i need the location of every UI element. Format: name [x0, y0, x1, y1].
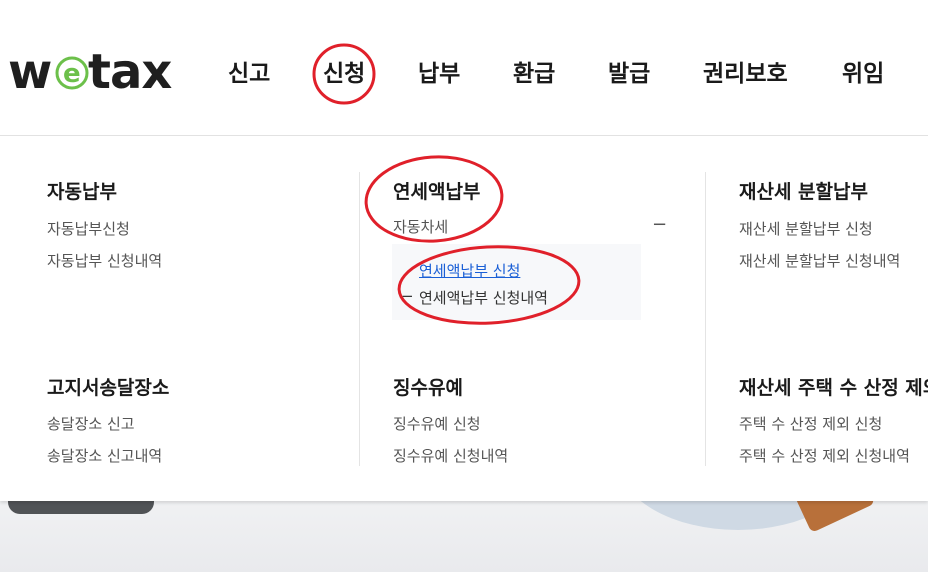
link-deferral-apply[interactable]: 징수유예 신청: [393, 413, 481, 434]
column-divider: [705, 172, 706, 466]
section-title-auto-pay[interactable]: 자동납부: [47, 177, 117, 204]
section-title-annual-payment[interactable]: 연세액납부: [393, 177, 480, 204]
nav-item-rights[interactable]: 권리보호: [703, 56, 788, 92]
link-auto-pay-apply[interactable]: 자동납부신청: [47, 218, 130, 239]
section-title-house-count-exclusion[interactable]: 재산세 주택 수 산정 제외: [739, 373, 928, 400]
section-title-delivery-place[interactable]: 고지서송달장소: [47, 373, 169, 400]
link-installment-history[interactable]: 재산세 분할납부 신청내역: [739, 250, 900, 271]
link-auto-pay-history[interactable]: 자동납부 신청내역: [47, 250, 162, 271]
link-delivery-report[interactable]: 송달장소 신고: [47, 413, 135, 434]
section-title-collection-deferral[interactable]: 징수유예: [393, 373, 463, 400]
nav-item-report[interactable]: 신고: [228, 56, 270, 92]
apply-mega-menu: 자동납부 자동납부신청 자동납부 신청내역 고지서송달장소 송달장소 신고 송달…: [0, 136, 928, 501]
link-vehicle-tax[interactable]: 자동차세: [393, 216, 448, 237]
nav-item-apply[interactable]: 신청: [323, 56, 365, 92]
sub-bullet-dash: −: [401, 287, 414, 305]
section-title-property-installment[interactable]: 재산세 분할납부: [739, 177, 868, 204]
link-exclusion-apply[interactable]: 주택 수 산정 제외 신청: [739, 413, 882, 434]
link-annual-payment-apply[interactable]: 연세액납부 신청: [419, 260, 520, 281]
link-annual-payment-history[interactable]: 연세액납부 신청내역: [419, 287, 548, 308]
link-deferral-history[interactable]: 징수유예 신청내역: [393, 445, 508, 466]
nav-item-pay[interactable]: 납부: [418, 56, 460, 92]
link-delivery-history[interactable]: 송달장소 신고내역: [47, 445, 162, 466]
collapse-icon[interactable]: −: [652, 214, 667, 235]
nav-item-delegate[interactable]: 위임: [842, 56, 884, 92]
link-installment-apply[interactable]: 재산세 분할납부 신청: [739, 218, 873, 239]
column-divider: [359, 172, 360, 466]
main-nav: 신고 신청 납부 환급 발급 권리보호 위임: [0, 56, 928, 96]
nav-item-issue[interactable]: 발급: [608, 56, 650, 92]
nav-item-refund[interactable]: 환급: [513, 56, 555, 92]
link-exclusion-history[interactable]: 주택 수 산정 제외 신청내역: [739, 445, 910, 466]
site-header: w e tax 신고 신청 납부 환급 발급 권리보호 위임: [0, 0, 928, 136]
vehicle-tax-submenu: 연세액납부 신청 − 연세액납부 신청내역: [392, 244, 641, 320]
